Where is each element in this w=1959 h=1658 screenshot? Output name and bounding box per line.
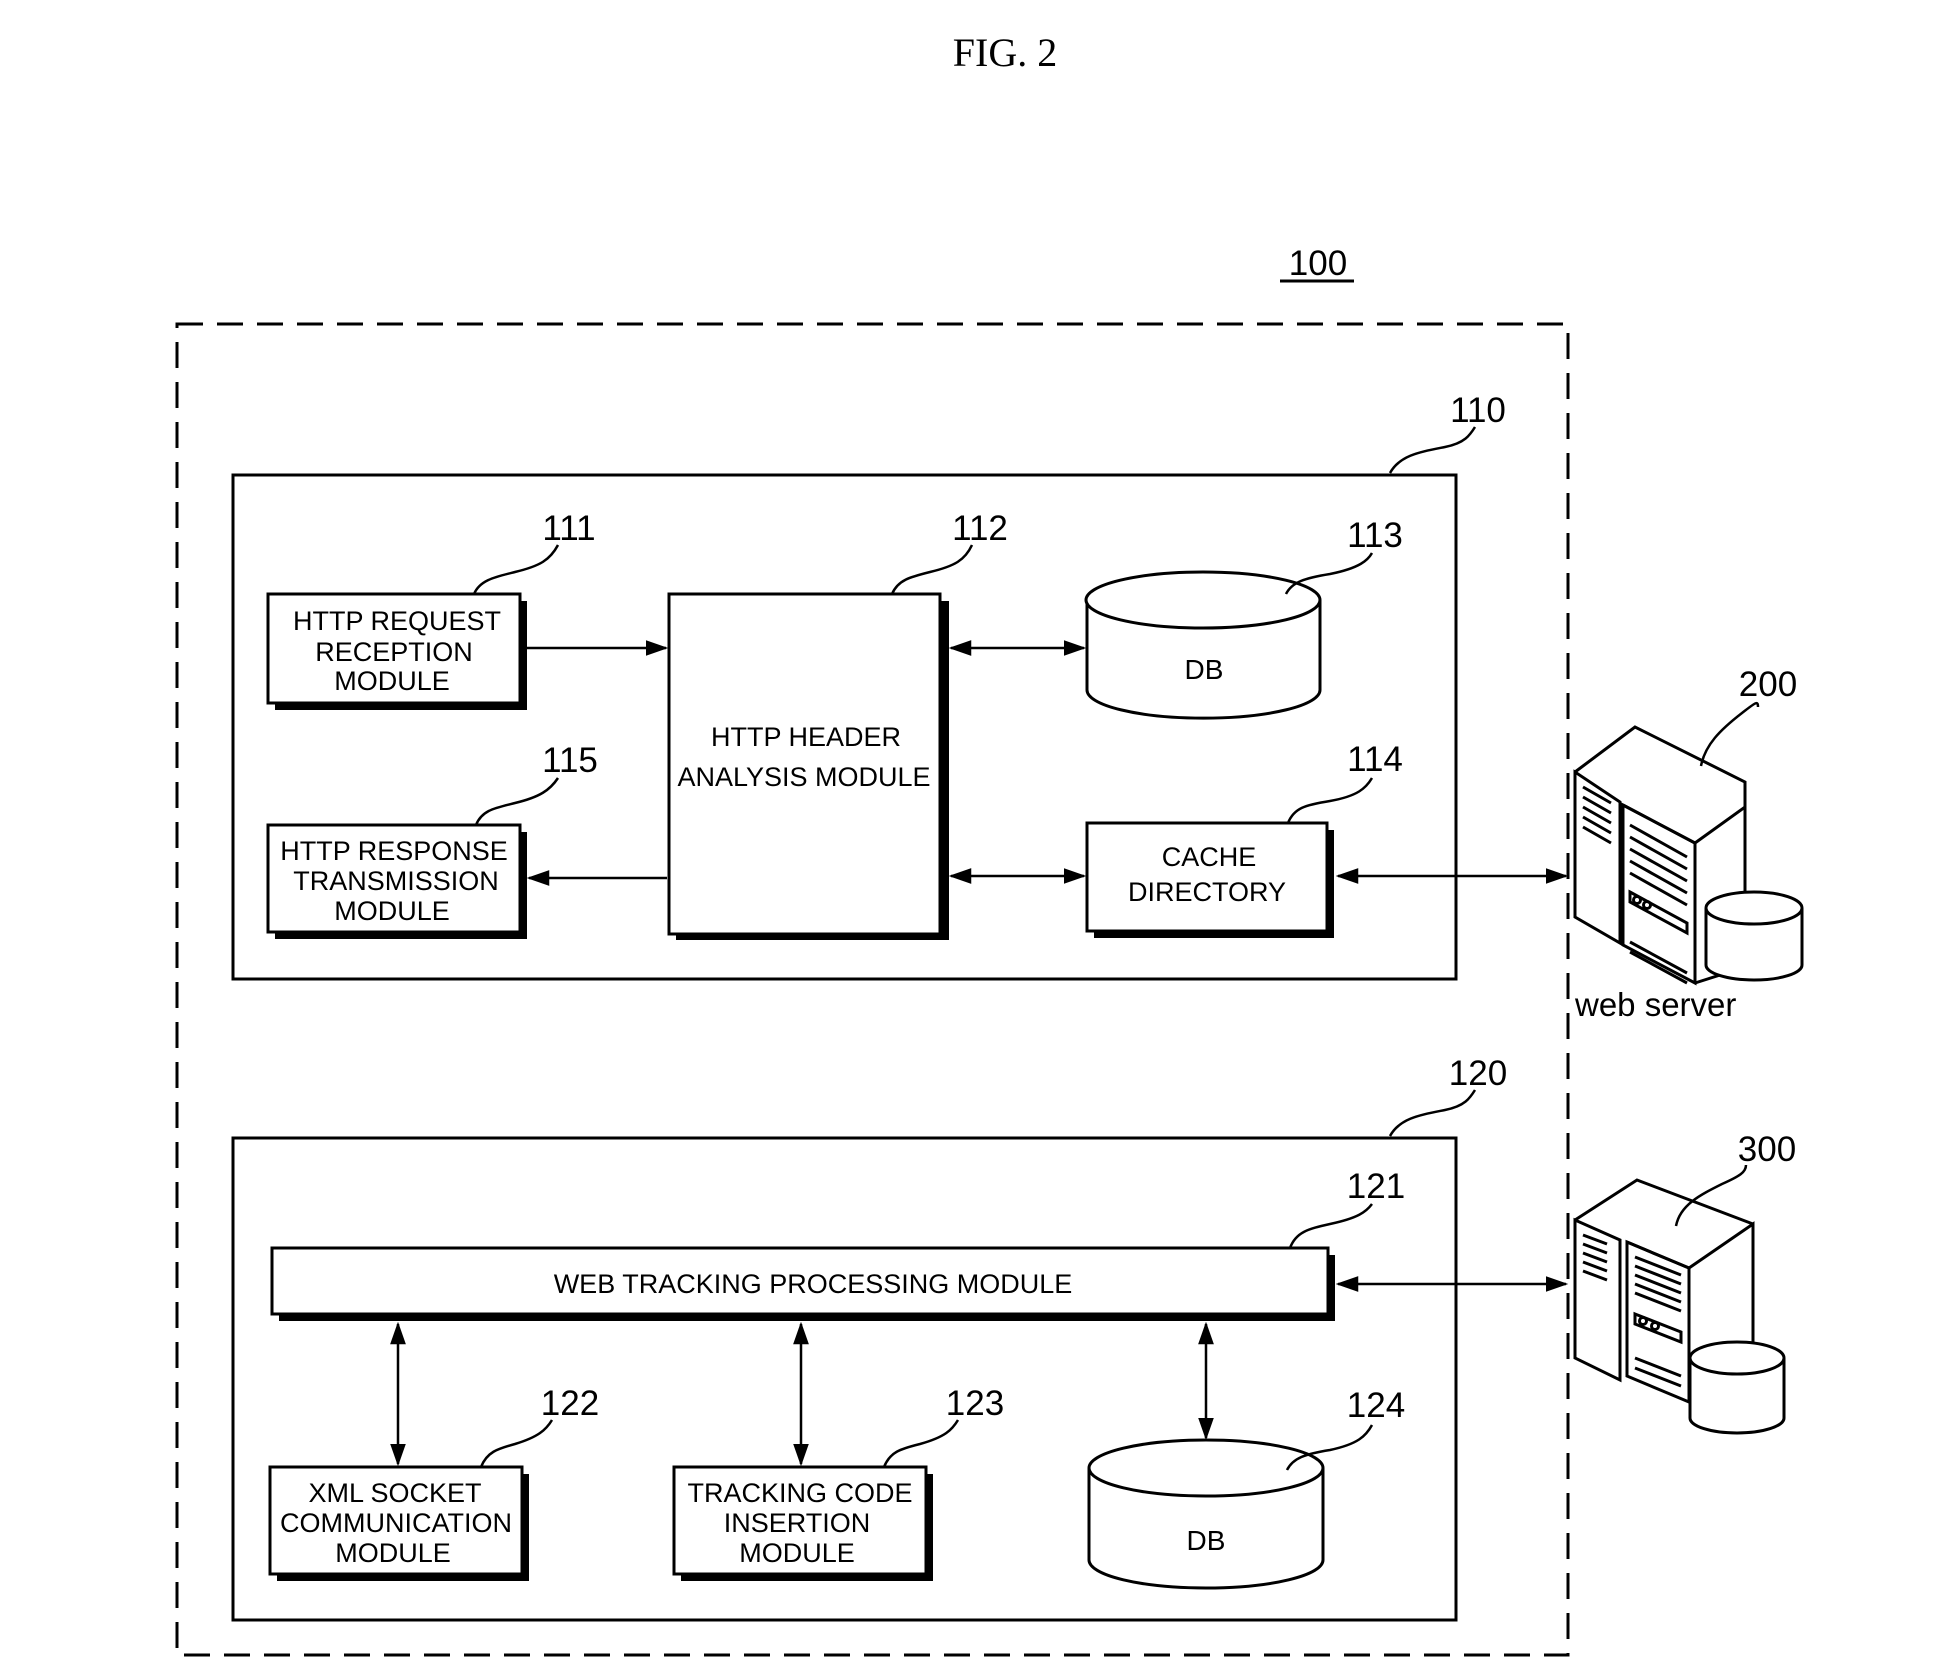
ref-100: 100 — [1289, 244, 1347, 283]
module-label-line: ANALYSIS MODULE — [677, 762, 930, 792]
ref-200: 200 — [1739, 665, 1797, 704]
ref-120: 120 — [1449, 1054, 1507, 1093]
ref-114: 114 — [1347, 740, 1403, 779]
module-http-header-analysis[interactable]: HTTP HEADER ANALYSIS MODULE — [667, 592, 949, 940]
figure-title: FIG. 2 — [953, 30, 1057, 75]
ref-115: 115 — [542, 741, 598, 780]
module-xml-socket-communication[interactable]: XML SOCKET COMMUNICATION MODULE — [268, 1465, 529, 1581]
module-label-line: MODULE — [334, 666, 450, 696]
module-label-line: INSERTION — [724, 1508, 871, 1538]
database-icon — [1704, 890, 1804, 982]
leader-110 — [1388, 426, 1477, 474]
ref-112: 112 — [952, 509, 1008, 548]
module-label-line: HTTP REQUEST — [293, 606, 501, 636]
database-icon — [1688, 1340, 1786, 1435]
module-web-tracking-processing[interactable]: WEB TRACKING PROCESSING MODULE — [270, 1246, 1335, 1321]
leader-200 — [1699, 701, 1760, 767]
block-120: 120 WEB TRACKING PROCESSING MODULE 121 X… — [231, 1054, 1569, 1622]
web-server-200[interactable]: 200 web server — [1573, 665, 1804, 1023]
web-server-label: web server — [1574, 986, 1736, 1023]
module-label-line: COMMUNICATION — [280, 1508, 512, 1538]
module-label-line: TRANSMISSION — [293, 866, 499, 896]
module-label-line: MODULE — [335, 1538, 451, 1568]
module-tracking-code-insertion[interactable]: TRACKING CODE INSERTION MODULE — [672, 1465, 933, 1581]
server-300[interactable]: 300 — [1573, 1130, 1796, 1435]
db-top — [1084, 570, 1322, 630]
ref-121: 121 — [1347, 1167, 1405, 1206]
database-113[interactable]: DB — [1084, 570, 1322, 720]
leader-120 — [1388, 1089, 1477, 1137]
module-label-line: CACHE — [1162, 842, 1257, 872]
module-label-line: MODULE — [334, 896, 450, 926]
ref-123: 123 — [946, 1384, 1004, 1423]
module-http-response-transmission[interactable]: HTTP RESPONSE TRANSMISSION MODULE — [266, 823, 527, 939]
ref-110: 110 — [1450, 391, 1506, 430]
module-label: WEB TRACKING PROCESSING MODULE — [554, 1269, 1073, 1299]
db-label: DB — [1185, 654, 1224, 685]
ref-124: 124 — [1347, 1386, 1405, 1425]
patent-figure: FIG. 2 100 110 HTTP REQUEST RECEPTION MO… — [175, 30, 1804, 1657]
module-label-line: TRACKING CODE — [687, 1478, 912, 1508]
ref-122: 122 — [541, 1384, 599, 1423]
module-label-line: HTTP RESPONSE — [280, 836, 508, 866]
ref-300: 300 — [1738, 1130, 1796, 1169]
database-124[interactable]: DB — [1087, 1438, 1325, 1590]
module-http-request-reception[interactable]: HTTP REQUEST RECEPTION MODULE — [266, 592, 527, 710]
module-label-line: RECEPTION — [315, 637, 473, 667]
module-label-line: MODULE — [739, 1538, 855, 1568]
db-label: DB — [1187, 1525, 1226, 1556]
module-label-line: HTTP HEADER — [711, 722, 901, 752]
block-110: 110 HTTP REQUEST RECEPTION MODULE 111 HT… — [231, 391, 1569, 981]
module-cache-directory[interactable]: CACHE DIRECTORY — [1085, 821, 1334, 938]
module-label-line: XML SOCKET — [308, 1478, 481, 1508]
ref-113: 113 — [1347, 516, 1403, 555]
ref-111: 111 — [542, 509, 595, 548]
module-label-line: DIRECTORY — [1128, 877, 1286, 907]
